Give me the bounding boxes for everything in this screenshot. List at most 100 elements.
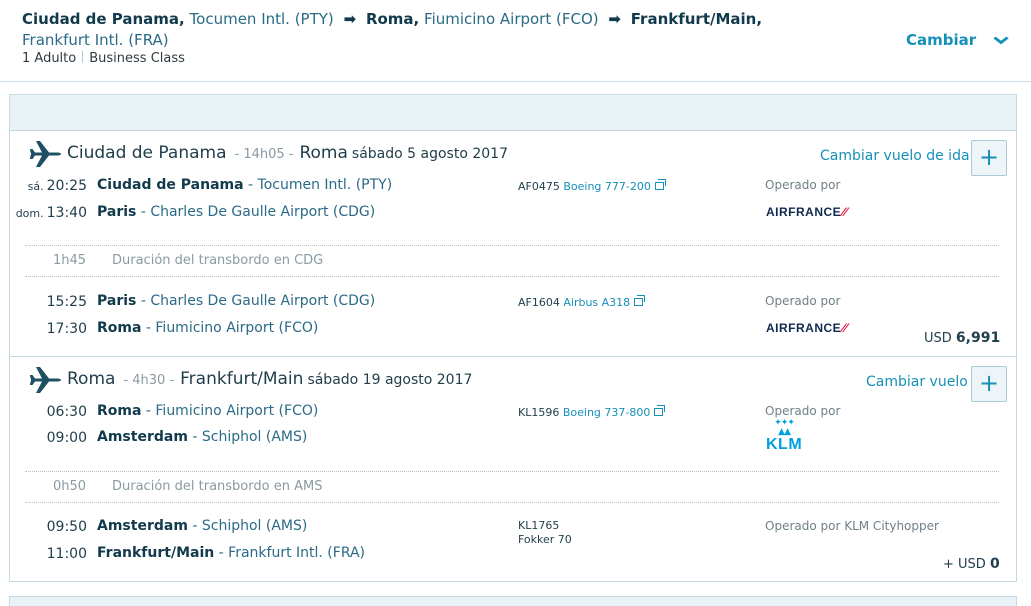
flight-number: KL1596: [518, 406, 560, 419]
arrival-time: 11:00: [46, 546, 87, 562]
transfer-duration: 1h45: [53, 253, 87, 268]
airfrance-logo: AIRFRANCE⁄⁄: [766, 205, 847, 219]
aircraft-link[interactable]: Boeing 737-800: [563, 405, 666, 419]
panel-header-bar: [10, 95, 1016, 131]
departure-place: Amsterdam - Schiphol (AMS): [97, 518, 307, 534]
flight-info: KL1596 Boeing 737-800: [518, 405, 666, 419]
flight-info: AF0475 Boeing 777-200: [518, 179, 666, 193]
departure-place: Roma - Fiumicino Airport (FCO): [97, 403, 318, 419]
price-value: 6,991: [955, 330, 1001, 346]
departure-time: 06:30: [46, 404, 87, 420]
return-title: Roma - 4h30 - Frankfurt/Main sábado 19 agos…: [67, 369, 472, 389]
origin-airport: Tocumen Intl. (PTY): [189, 10, 334, 28]
dotted-divider: [25, 276, 999, 277]
departure-airport: - Fiumicino Airport (FCO): [141, 403, 319, 419]
flight-number: AF0475: [518, 180, 560, 193]
arrival-city: Frankfurt/Main: [97, 545, 215, 561]
arrival-place: Paris - Charles De Gaulle Airport (CDG): [97, 204, 375, 220]
departure-airport: - Charles De Gaulle Airport (CDG): [136, 293, 376, 309]
price-prefix: + USD: [943, 557, 986, 572]
departure-city: Roma: [97, 403, 142, 419]
klm-crown-icon: ✦✦✦ ▲▲: [774, 418, 795, 437]
arrival-city: Amsterdam: [97, 429, 188, 445]
outbound-title: Ciudad de Panama - 14h05 - Roma sábado 5 ag…: [67, 143, 508, 163]
outbound-origin: Ciudad de Panama: [67, 143, 227, 163]
passenger-count: 1 Adulto: [22, 51, 77, 66]
airplane-icon: [30, 141, 61, 167]
operated-by: Operado por: [765, 294, 841, 308]
chevron-down-icon: [993, 34, 1010, 49]
flight-info: AF1604 Airbus A318: [518, 295, 646, 309]
departure-time: 15:25: [46, 294, 87, 310]
dotted-divider: [25, 471, 999, 472]
arrival-airport: - Frankfurt Intl. (FRA): [214, 545, 366, 561]
expand-outbound-button[interactable]: +: [971, 140, 1007, 176]
arrow-right-icon: ➡: [343, 10, 357, 28]
cabin-class: Business Class: [89, 51, 185, 66]
arrival-airport: - Schiphol (AMS): [187, 429, 308, 445]
departure-airport: - Tocumen Intl. (PTY): [243, 177, 393, 193]
aircraft-link[interactable]: Airbus A318: [563, 295, 646, 309]
return-duration: - 4h30 -: [123, 373, 175, 388]
departure-city: Paris: [97, 293, 137, 309]
divider: [82, 51, 84, 63]
arrival-place: Roma - Fiumicino Airport (FCO): [97, 320, 318, 336]
airline-logo-text: KLM: [766, 436, 803, 453]
departure-time: 09:50: [46, 519, 87, 535]
departure-day: sá.: [27, 180, 44, 193]
arrival-place: Amsterdam - Schiphol (AMS): [97, 429, 307, 445]
operated-by: Operado por KLM Cityhopper: [765, 519, 939, 533]
transfer-text: Duración del transbordo en CDG: [112, 253, 324, 268]
airline-logo-text: AIRFRANCE: [766, 205, 842, 219]
route-summary: Ciudad de Panama, Tocumen Intl. (PTY) ➡ …: [22, 10, 762, 28]
expand-return-button[interactable]: +: [971, 366, 1007, 402]
transfer-duration: 0h50: [53, 479, 87, 494]
route-summary-continued: Frankfurt Intl. (FRA): [22, 31, 169, 49]
search-summary-header: Ciudad de Panama, Tocumen Intl. (PTY) ➡ …: [0, 0, 1031, 82]
return-price: + USD 0: [943, 556, 1000, 572]
outbound-duration: - 14h05 -: [234, 147, 294, 162]
departure-airport: - Schiphol (AMS): [187, 518, 308, 534]
airfrance-slash-icon: ⁄⁄: [842, 205, 848, 219]
price-value: 0: [989, 556, 1000, 572]
aircraft-type: Fokker 70: [518, 533, 572, 546]
arrival-time: dom. 13:40: [7, 205, 87, 221]
arrival-time: 17:30: [46, 321, 87, 337]
aircraft-type: Boeing 777-200: [563, 180, 651, 193]
outbound-destination: Roma: [299, 143, 348, 163]
destination-airport: Frankfurt Intl. (FRA): [22, 31, 169, 49]
airline-logo-text: AIRFRANCE: [766, 321, 842, 335]
change-outbound-link[interactable]: Cambiar vuelo de ida: [820, 148, 970, 164]
arrival-airport: - Charles De Gaulle Airport (CDG): [136, 204, 376, 220]
aircraft-link[interactable]: Boeing 777-200: [563, 179, 666, 193]
segment-divider: [10, 356, 1016, 357]
change-return-link[interactable]: Cambiar vuelo: [866, 374, 968, 390]
outbound-date: sábado 5 agosto 2017: [351, 146, 508, 162]
return-destination: Frankfurt/Main: [180, 369, 304, 389]
change-search-button[interactable]: Cambiar: [906, 31, 1010, 49]
dotted-divider: [25, 502, 999, 503]
dotted-divider: [25, 245, 999, 246]
external-link-icon: [634, 295, 646, 306]
departure-city: Ciudad de Panama: [97, 177, 244, 193]
arrival-airport: - Fiumicino Airport (FCO): [141, 320, 319, 336]
arrow-right-icon: ➡: [608, 10, 621, 28]
price-currency: USD: [924, 331, 952, 346]
destination-city: Frankfurt/Main,: [630, 10, 763, 28]
outbound-price: USD 6,991: [924, 330, 1000, 346]
departure-place: Paris - Charles De Gaulle Airport (CDG): [97, 293, 375, 309]
airfrance-logo: AIRFRANCE⁄⁄: [766, 321, 847, 335]
change-search-label: Cambiar: [906, 31, 977, 49]
aircraft-type: Airbus A318: [563, 296, 631, 309]
next-panel-edge: [9, 596, 1017, 606]
airfrance-slash-icon: ⁄⁄: [842, 321, 848, 335]
via-city: Roma,: [365, 10, 420, 28]
external-link-icon: [654, 405, 666, 416]
departure-place: Ciudad de Panama - Tocumen Intl. (PTY): [97, 177, 392, 193]
itinerary-panel: [9, 94, 1017, 582]
origin-city: Ciudad de Panama,: [22, 10, 185, 28]
departure-city: Amsterdam: [97, 518, 188, 534]
arrival-time-value: 13:40: [46, 205, 87, 221]
operated-by: Operado por: [765, 178, 841, 192]
airplane-icon: [30, 367, 61, 393]
